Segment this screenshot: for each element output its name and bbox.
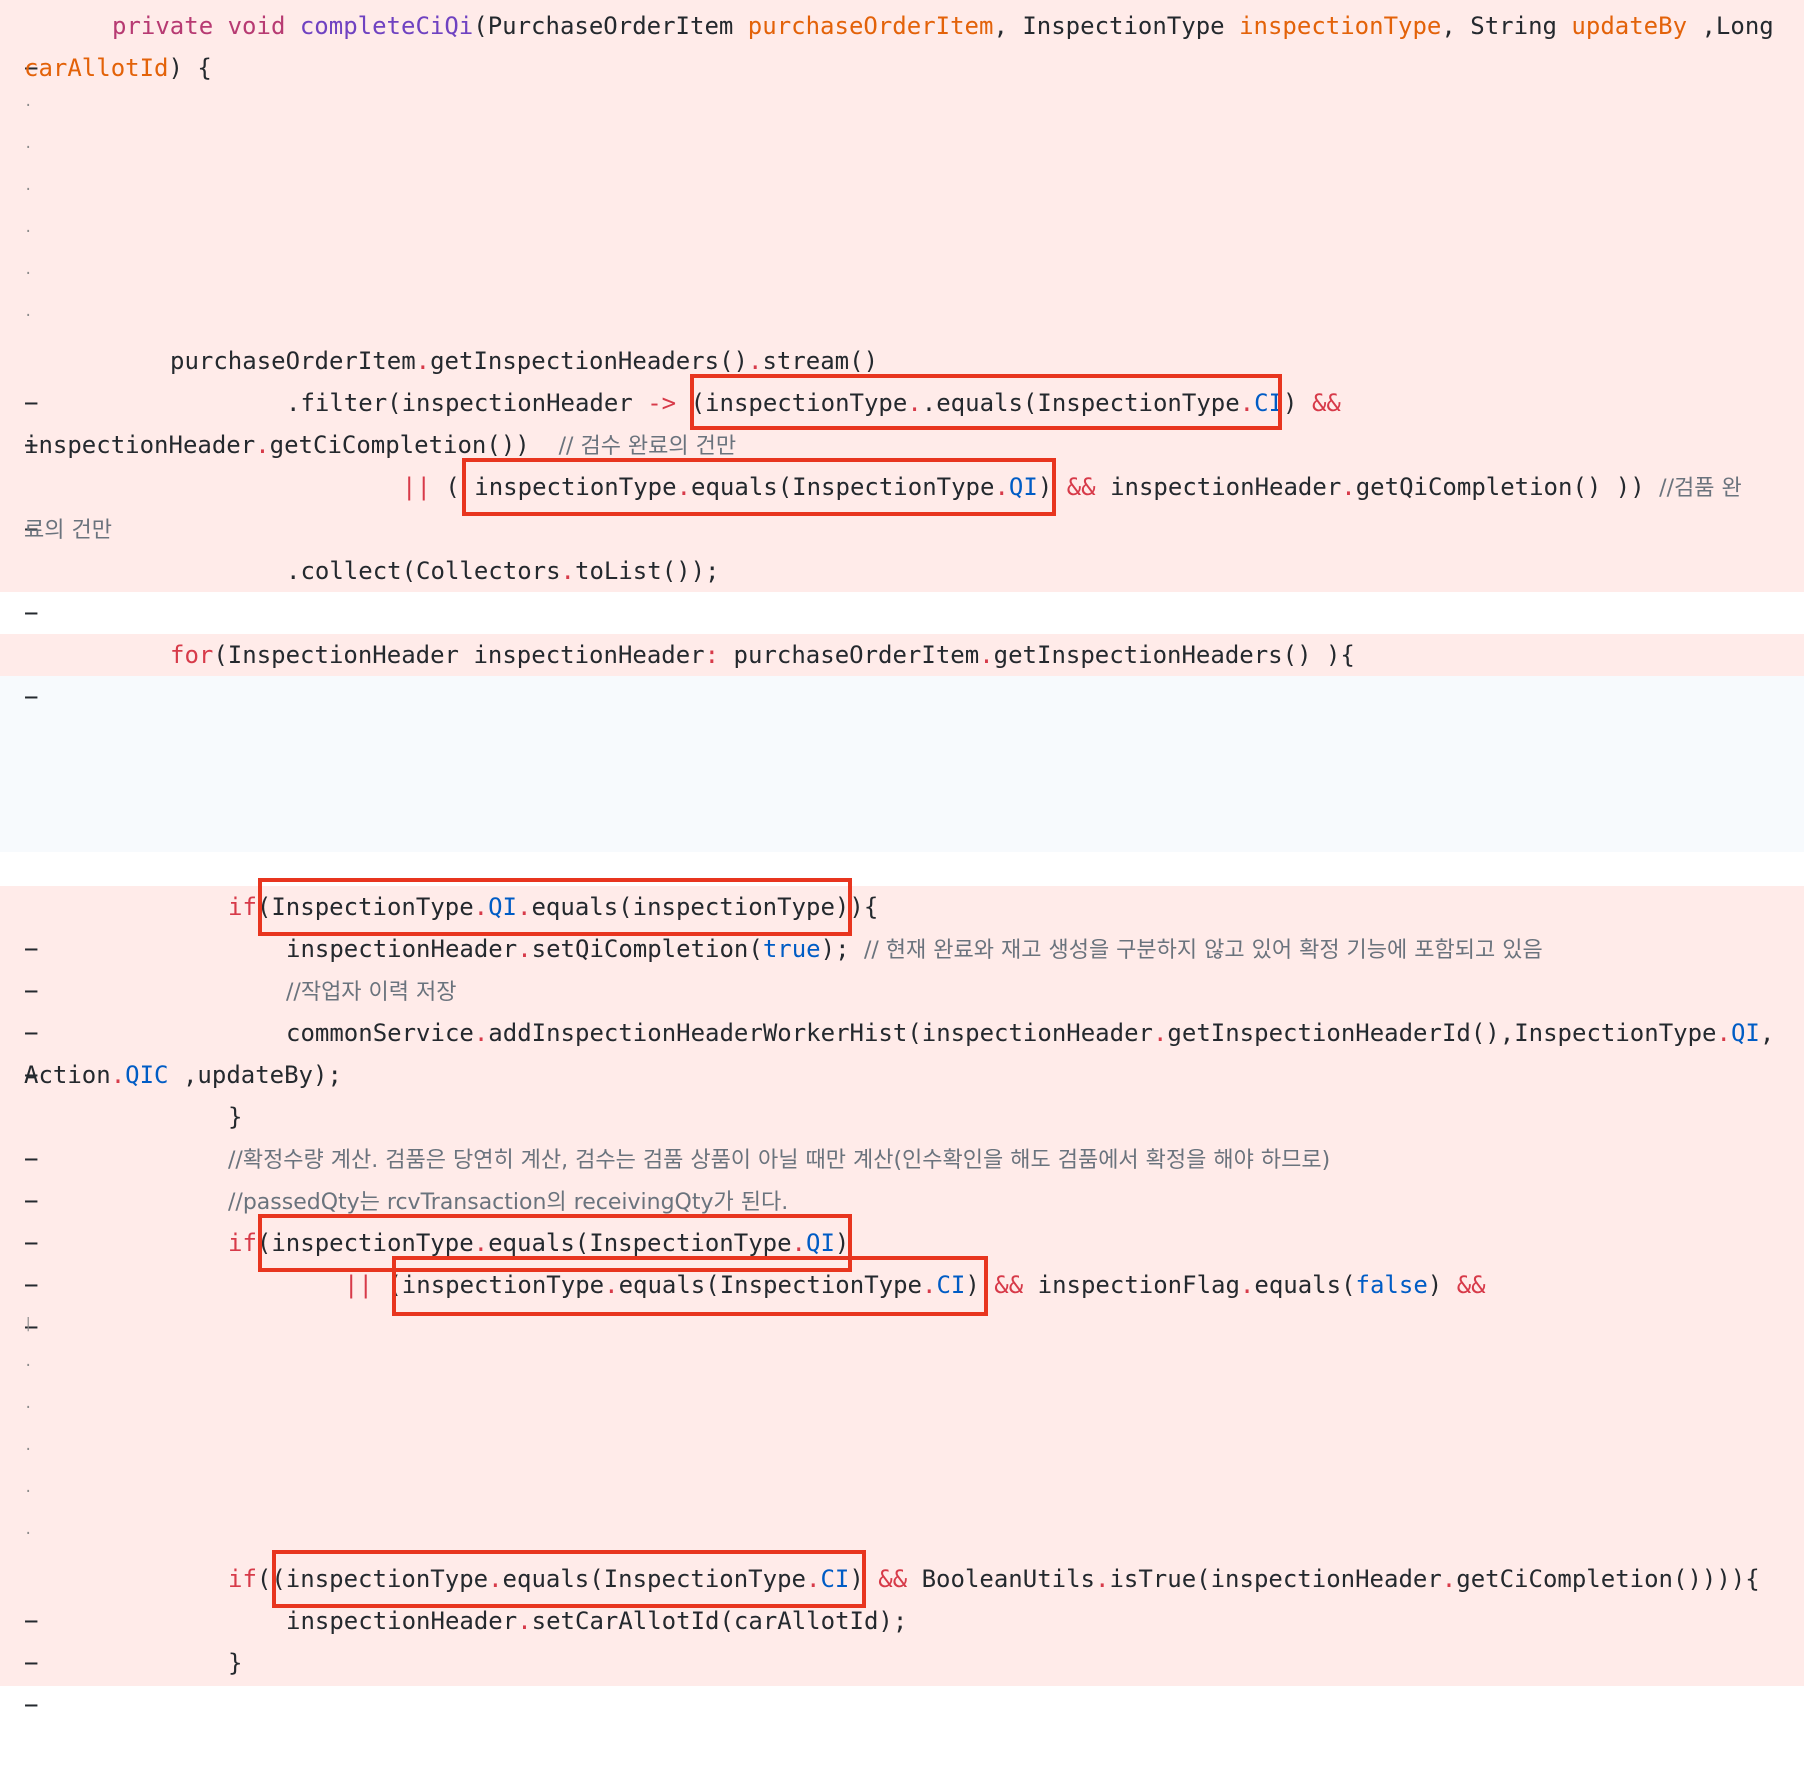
dot-icon: · — [24, 182, 33, 198]
diff-line: − for(InspectionHeader inspectionHeader:… — [0, 634, 1804, 711]
code-comment: //검품 완 — [1659, 476, 1742, 501]
code-text: Action.QIC ,updateBy); — [24, 1061, 342, 1089]
dot-icon: · — [24, 98, 33, 114]
diff-line: − //확정수량 계산. 검품은 당연히 계산, 검수는 검품 상품이 아닐 때… — [0, 1138, 1804, 1215]
code-text: carAllotId) { — [24, 54, 212, 82]
highlight-box — [462, 458, 1056, 516]
code-text: } — [228, 1103, 243, 1131]
diff-line: − inspectionHeader.setCarAllotId(carAllo… — [0, 1600, 1804, 1677]
code-comment: //작업자 이력 저장 — [286, 980, 457, 1005]
method-name: completeCiQi — [299, 12, 474, 40]
dot-icon: · — [24, 1358, 33, 1374]
code-text: } — [228, 1649, 243, 1677]
dot-icon: · — [24, 224, 33, 240]
diff-line: carAllotId) { — [0, 47, 1804, 89]
dot-icon: · — [24, 1484, 33, 1500]
deleted-line-marker: − — [24, 683, 39, 711]
code-text: //작업자 이력 저장 — [286, 970, 457, 1014]
code-comment: // 검수 완료의 건만 — [558, 434, 737, 459]
code-text: commonService.addInspectionHeaderWorkerH… — [286, 1019, 1775, 1047]
deleted-line-marker: − — [24, 1691, 39, 1719]
highlight-box — [258, 878, 852, 936]
diff-line: − .collect(Collectors.toList()); — [0, 550, 1804, 627]
code-comment: // 현재 완료와 재고 생성을 구분하지 않고 있어 확정 기능에 포함되고 … — [863, 938, 1543, 963]
highlight-box — [272, 1550, 866, 1608]
dot-icon: · — [24, 1526, 33, 1542]
code-text: private void completeCiQi(PurchaseOrderI… — [112, 12, 1774, 40]
code-text: .collect(Collectors.toList()); — [286, 557, 720, 585]
diff-line: − //작업자 이력 저장 — [0, 970, 1804, 1047]
dot-icon: · — [24, 1400, 33, 1416]
code-text: for(InspectionHeader inspectionHeader: p… — [170, 641, 1355, 669]
diff-line: − } — [0, 1642, 1804, 1719]
diff-line: − commonService.addInspectionHeaderWorke… — [0, 1012, 1804, 1089]
code-text: //확정수량 계산. 검품은 당연히 계산, 검수는 검품 상품이 아닐 때만 … — [228, 1138, 1330, 1182]
diff-line: − if((inspectionType.equals(InspectionTy… — [0, 1558, 1804, 1635]
code-comment: //passedQty는 rcvTransaction의 receivingQt… — [228, 1190, 789, 1215]
diff-line: Action.QIC ,updateBy); — [0, 1054, 1804, 1096]
dot-icon: | — [24, 1316, 33, 1332]
diff-line: − } — [0, 1096, 1804, 1173]
code-comment: //확정수량 계산. 검품은 당연히 계산, 검수는 검품 상품이 아닐 때만 … — [228, 1148, 1331, 1173]
collapsed-context — [0, 676, 1804, 852]
code-text: 료의 건만 — [24, 508, 112, 552]
highlight-box — [392, 1256, 988, 1316]
code-comment: 료의 건만 — [24, 518, 112, 543]
dot-icon: · — [24, 140, 33, 156]
highlight-box — [690, 374, 1282, 430]
dot-icon: · — [24, 266, 33, 282]
dot-icon: · — [24, 1442, 33, 1458]
deleted-line-marker: − — [24, 599, 39, 627]
diff-line: − private void completeCiQi(PurchaseOrde… — [0, 5, 1804, 82]
dot-icon: · — [24, 308, 33, 324]
